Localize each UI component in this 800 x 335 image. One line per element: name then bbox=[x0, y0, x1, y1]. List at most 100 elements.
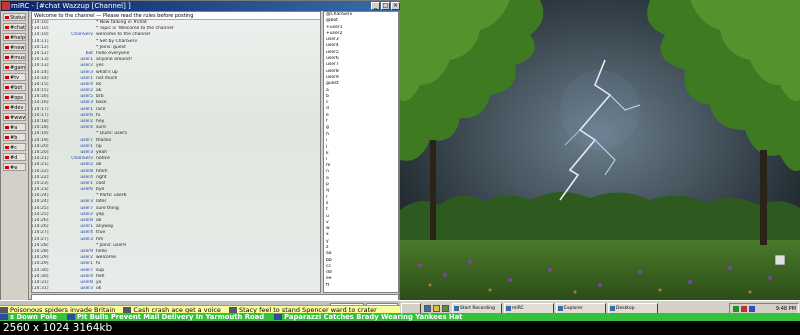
switchbar-item[interactable]: #ops bbox=[3, 93, 26, 101]
chat-message: welcome to the channel bbox=[96, 32, 151, 38]
storm-forest-image bbox=[400, 0, 800, 300]
desktop-wallpaper bbox=[400, 0, 800, 300]
nick-list-item[interactable]: ff bbox=[324, 283, 398, 289]
window-icon bbox=[558, 306, 563, 311]
minimize-button[interactable]: _ bbox=[371, 2, 380, 10]
quicklaunch-ie-icon[interactable] bbox=[424, 305, 431, 312]
switchbar-item-label: #www bbox=[10, 115, 26, 121]
taskbar-button-label: Explorer bbox=[564, 306, 583, 311]
maximize-button[interactable]: □ bbox=[381, 2, 390, 10]
image-caption: 2560 x 1024 3164kb bbox=[0, 321, 800, 335]
chat-message: sure bbox=[96, 125, 106, 131]
switchbar-item-label: Status bbox=[10, 15, 26, 21]
switchbar-item[interactable]: #bot bbox=[3, 83, 26, 91]
chat-message: back bbox=[96, 100, 107, 106]
switchbar-item[interactable]: #e bbox=[3, 163, 26, 171]
switchbar-item[interactable]: #c bbox=[3, 143, 26, 151]
switchbar-item[interactable]: #d bbox=[3, 153, 26, 161]
ticker-headline[interactable]: Pit Bulls Prevent Mail Delivery In Yarmo… bbox=[66, 313, 265, 321]
switchbar-item[interactable]: #help bbox=[3, 33, 26, 41]
chat-message: * Joins: user9 bbox=[96, 242, 126, 248]
ticker-headline[interactable]: Paparazzi Catches Brady Wearing Yankees … bbox=[274, 313, 462, 321]
chat-message: yep bbox=[96, 211, 105, 217]
switchbar-item-label: #games bbox=[10, 65, 26, 71]
window-titlebar[interactable]: mIRC - [#chat Wazzup [Channel] ] _ □ × bbox=[1, 1, 401, 11]
channel-icon bbox=[5, 106, 9, 109]
chat-message: hm bbox=[96, 236, 104, 242]
switchbar-item-label: #b bbox=[10, 135, 18, 141]
channel-icon bbox=[5, 96, 9, 99]
switchbar-item[interactable]: #news bbox=[3, 43, 26, 51]
ticker-headline-text: Pit Bulls Prevent Mail Delivery In Yarmo… bbox=[76, 313, 265, 321]
switchbar-item[interactable]: #a bbox=[3, 123, 26, 131]
channel-topic: Welcome to the channel — Please read the… bbox=[32, 12, 320, 20]
window-icon bbox=[506, 306, 511, 311]
switchbar-item[interactable]: #chat bbox=[3, 23, 26, 31]
chat-message: hey bbox=[96, 119, 105, 124]
ticker-headline[interactable]: Poisonous spiders invade Britain bbox=[0, 306, 115, 313]
channel-icon bbox=[5, 56, 9, 59]
quicklaunch-folder-icon[interactable] bbox=[433, 305, 440, 312]
ticker-headline-text: Paparazzi Catches Brady Wearing Yankees … bbox=[284, 313, 463, 321]
chat-message: nice bbox=[96, 106, 106, 112]
switchbar-item[interactable]: #tv bbox=[3, 73, 26, 81]
tray-network-icon[interactable] bbox=[733, 306, 739, 312]
window-icon bbox=[610, 306, 615, 311]
switchbar-item-label: #tv bbox=[10, 75, 20, 81]
chat-message: bye bbox=[96, 187, 105, 193]
switchbar-item[interactable]: #music bbox=[3, 53, 26, 61]
chat-message: hmm bbox=[96, 168, 108, 174]
chat-message: notice bbox=[96, 156, 110, 162]
chat-log: [14:10] * Now talking in #chat [14:10] * To… bbox=[32, 20, 320, 292]
ticker-headline[interactable]: s Down Pole bbox=[0, 313, 57, 321]
chat-message: ok bbox=[96, 88, 102, 94]
switchbar-item[interactable]: #www bbox=[3, 113, 26, 121]
close-button[interactable]: × bbox=[391, 2, 400, 10]
chat-message: brb bbox=[96, 94, 104, 100]
chat-message: yeah bbox=[96, 149, 108, 155]
window-controls: _ □ × bbox=[371, 2, 400, 10]
nick-list[interactable]: @ChanServ @bot +user1 +user2 user3 user4 user5… bbox=[323, 11, 399, 293]
ticker-headline-text: Cash crash ace get a voice bbox=[133, 306, 221, 313]
news-source-icon bbox=[274, 314, 283, 320]
switchbar-item-label: #e bbox=[10, 165, 18, 171]
chat-message: * Parts: user6 bbox=[96, 193, 127, 199]
ticker-headline[interactable]: Cash crash ace get a voice bbox=[123, 306, 221, 313]
tray-app-icon[interactable] bbox=[741, 306, 747, 312]
chat-window[interactable]: Welcome to the channel — Please read the… bbox=[31, 11, 321, 293]
switchbar-item-label: #d bbox=[10, 155, 18, 161]
switchbar-item-label: #music bbox=[10, 55, 25, 61]
chat-message: hi bbox=[96, 261, 101, 267]
chat-message: thanks bbox=[96, 137, 112, 143]
chat-message: ok bbox=[96, 218, 102, 223]
chat-message: not much bbox=[96, 75, 118, 81]
news-source-icon bbox=[66, 314, 75, 320]
chat-message: sup bbox=[96, 267, 105, 273]
chat-message: later bbox=[96, 199, 107, 205]
channel-icon bbox=[5, 16, 9, 19]
window-icon bbox=[454, 306, 459, 311]
channel-icon bbox=[5, 166, 9, 169]
channel-icon bbox=[5, 76, 9, 79]
channel-icon bbox=[5, 136, 9, 139]
channel-icon bbox=[5, 146, 9, 149]
switchbar-item[interactable]: Status bbox=[3, 13, 26, 21]
chat-nick: ChanServ bbox=[71, 32, 93, 38]
switchbar-item[interactable]: #b bbox=[3, 133, 26, 141]
chat-line: [14:31] user3 ok bbox=[32, 286, 320, 292]
quicklaunch-desktop-icon[interactable] bbox=[442, 305, 449, 312]
news-ticker-top[interactable]: Poisonous spiders invade Britain Cash cra… bbox=[0, 305, 400, 313]
chat-message: anyway bbox=[96, 224, 114, 230]
news-ticker-bottom[interactable]: s Down Pole Pit Bulls Prevent Mail Delive… bbox=[0, 313, 800, 321]
ticker-headline-text: s Down Pole bbox=[10, 313, 57, 321]
chat-message: * Now talking in #chat bbox=[96, 20, 147, 25]
switchbar-item[interactable]: #games bbox=[3, 63, 26, 71]
chat-message: yo bbox=[96, 279, 102, 285]
switchbar-item[interactable]: #dev bbox=[3, 103, 26, 111]
ticker-headline[interactable]: Stacy feel to stand Spencer ward to crat… bbox=[228, 306, 377, 313]
news-source-icon bbox=[0, 314, 8, 320]
channel-icon bbox=[5, 26, 9, 29]
app-icon bbox=[2, 2, 10, 10]
tray-volume-icon[interactable] bbox=[749, 306, 755, 312]
chat-nick: user3 bbox=[80, 286, 93, 292]
